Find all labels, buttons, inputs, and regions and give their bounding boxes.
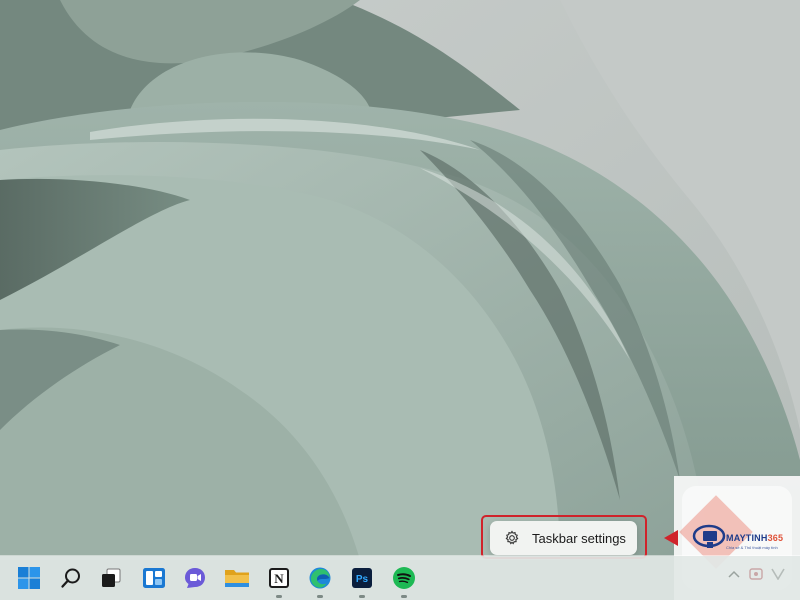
spotify-icon <box>393 567 415 589</box>
pointer-arrow <box>664 530 678 546</box>
gear-icon <box>504 530 520 546</box>
notion-icon: N <box>269 568 289 588</box>
photoshop-button[interactable]: Ps <box>348 564 376 598</box>
system-tray <box>727 568 785 580</box>
file-explorer-button[interactable] <box>223 564 251 592</box>
teams-chat-icon <box>185 568 205 588</box>
chat-button[interactable] <box>181 564 209 592</box>
show-hidden-icons-chevron-icon[interactable] <box>727 569 741 579</box>
search-button[interactable] <box>57 564 85 592</box>
tray-vpn-icon[interactable] <box>771 568 785 580</box>
watermark-brand: MAYTINH365 <box>726 533 784 543</box>
running-indicator <box>401 595 407 598</box>
windows-logo-icon <box>18 567 40 589</box>
taskbar: N Ps <box>0 556 800 600</box>
photoshop-icon: Ps <box>352 568 372 588</box>
search-icon <box>61 568 80 588</box>
taskbar-settings-menu-item[interactable]: Taskbar settings <box>490 521 637 555</box>
taskbar-settings-label: Taskbar settings <box>532 530 626 546</box>
task-view-icon <box>102 568 121 587</box>
edge-icon <box>309 567 331 589</box>
start-button[interactable] <box>15 564 43 592</box>
widgets-button[interactable] <box>140 564 168 592</box>
task-view-button[interactable] <box>97 564 125 592</box>
watermark-monitor-icon <box>692 524 726 557</box>
notion-glyph: N <box>274 571 284 586</box>
widgets-icon <box>143 568 165 588</box>
taskbar-context-menu: Taskbar settings <box>490 521 637 555</box>
edge-button[interactable] <box>306 564 334 598</box>
running-indicator <box>276 595 282 598</box>
notion-button[interactable]: N <box>265 564 293 598</box>
spotify-button[interactable] <box>390 564 418 598</box>
folder-icon <box>225 570 249 587</box>
tray-app-icon[interactable] <box>749 568 763 580</box>
photoshop-glyph: Ps <box>356 574 369 585</box>
watermark-tagline: Chia sẻ & Thủ thuật máy tính <box>726 545 778 550</box>
running-indicator <box>317 595 323 598</box>
running-indicator <box>359 595 365 598</box>
